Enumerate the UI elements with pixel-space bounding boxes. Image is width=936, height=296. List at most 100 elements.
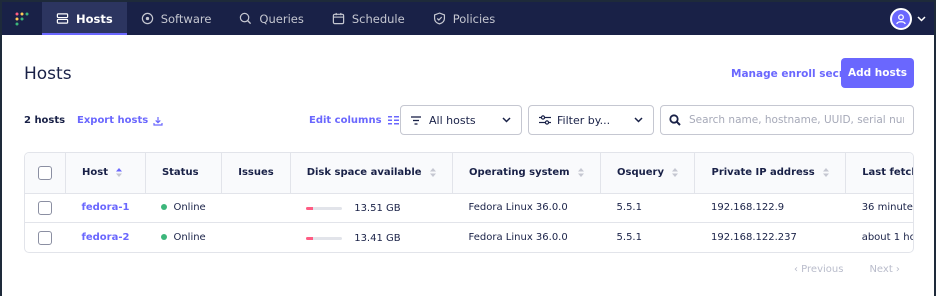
os-cell: Fedora Linux 36.0.0 (468, 202, 568, 214)
user-icon (896, 13, 906, 24)
online-status-dot (161, 204, 168, 211)
next-page-button[interactable]: Next › (869, 264, 899, 275)
chevron-down-icon (917, 15, 926, 22)
host-cell: fedora-2 (65, 222, 146, 252)
chevron-down-icon (502, 117, 511, 123)
row-select-cell (25, 193, 66, 223)
search-icon (669, 114, 681, 126)
policies-icon (433, 12, 445, 25)
top-nav: Hosts Software Queries Schedule Policies (2, 2, 934, 35)
ip-cell: 192.168.122.9 (710, 202, 785, 214)
chevron-down-icon (634, 117, 643, 123)
app-window: Hosts Software Queries Schedule Policies… (2, 2, 934, 296)
disk-cell: 13.41 GB (290, 222, 453, 252)
host-link[interactable]: fedora-2 (82, 232, 130, 243)
table-row[interactable]: fedora-1 Online 13.51 GB Fedora Linux 36… (25, 193, 913, 223)
status-text: Online (173, 202, 206, 214)
nav-item-label: Queries (259, 11, 304, 26)
columns-icon (387, 116, 399, 125)
queries-icon (240, 12, 252, 25)
issues-cell (222, 193, 290, 223)
manage-enroll-secret-link[interactable]: Manage enroll secret (731, 68, 856, 80)
column-header-label: Host (82, 167, 108, 179)
nav-item-label: Schedule (351, 11, 405, 26)
hosts-icon (56, 13, 69, 24)
sort-icon (578, 167, 585, 177)
select-all-checkbox[interactable] (38, 165, 52, 180)
export-hosts-label: Export hosts (77, 115, 149, 126)
nav-item-queries[interactable]: Queries (225, 2, 317, 35)
disk-space-bar (306, 236, 343, 240)
column-header-last-fetched[interactable]: Last fetched (845, 153, 913, 194)
nav-item-hosts[interactable]: Hosts (42, 2, 127, 35)
export-hosts-button[interactable]: Export hosts (77, 115, 163, 126)
software-icon (141, 12, 153, 25)
host-link[interactable]: fedora-1 (82, 202, 130, 213)
disk-space-text: 13.51 GB (354, 202, 401, 214)
filter-by-select[interactable]: Filter by... (528, 105, 654, 135)
online-status-dot (161, 234, 168, 240)
status-text: Online (173, 232, 206, 243)
nav-item-label: Software (160, 11, 212, 26)
edit-columns-button[interactable]: Edit columns (309, 115, 399, 126)
avatar (890, 7, 912, 30)
ip-cell: 192.168.122.237 (694, 222, 846, 252)
list-filter-icon (411, 115, 421, 125)
edit-columns-label: Edit columns (309, 115, 382, 126)
fleet-logo-icon[interactable] (2, 2, 42, 35)
column-header-label: Disk space available (306, 167, 422, 179)
nav-item-policies[interactable]: Policies (419, 2, 510, 35)
column-header-label: Status (161, 167, 199, 179)
disk-space-text: 13.41 GB (354, 232, 401, 244)
sort-icon (672, 167, 679, 177)
osquery-cell: 5.5.1 (600, 222, 695, 252)
nav-item-schedule[interactable]: Schedule (318, 2, 419, 35)
issues-cell (221, 222, 291, 252)
column-header-label: Operating system (469, 167, 570, 179)
search-input[interactable] (689, 114, 904, 126)
hosts-filter-select[interactable]: All hosts (400, 105, 522, 135)
column-header-host[interactable]: Host (65, 153, 146, 194)
column-header-label: Private IP address (711, 167, 815, 179)
schedule-icon (332, 12, 345, 25)
column-header-osquery[interactable]: Osquery (600, 153, 696, 194)
column-header-private-ip[interactable]: Private IP address (694, 153, 847, 194)
nav-item-label: Policies (452, 11, 496, 26)
host-cell: fedora-1 (66, 193, 146, 223)
last-fetched-cell: 36 minutes ago (861, 202, 913, 214)
add-hosts-button[interactable]: Add hosts (841, 58, 914, 88)
nav-item-software[interactable]: Software (127, 2, 226, 35)
disk-space-bar-fill (306, 206, 314, 210)
osquery-cell: 5.5.1 (616, 202, 642, 214)
select-all-header (25, 153, 66, 194)
table-row[interactable]: fedora-2 Online 13.41 GB Fedora Linux 36… (25, 222, 913, 252)
disk-space-bar (306, 206, 343, 210)
column-header-disk-space[interactable]: Disk space available (290, 153, 454, 194)
sort-icon (823, 167, 830, 177)
hosts-table: Host Status Issues Disk space available … (24, 152, 914, 253)
search-field[interactable] (660, 105, 914, 135)
pagination: ‹ Previous Next › (794, 264, 900, 275)
previous-page-button[interactable]: ‹ Previous (794, 264, 843, 275)
filter-by-value: Filter by... (557, 113, 611, 127)
hosts-filter-value: All hosts (429, 113, 476, 127)
column-header-label: Issues (238, 167, 274, 179)
column-header-label: Osquery (617, 167, 664, 179)
table-header-row: Host Status Issues Disk space available … (25, 153, 913, 194)
host-count: 2 hosts (24, 115, 66, 126)
disk-cell: 13.51 GB (290, 193, 452, 223)
nav-item-label: Hosts (76, 11, 113, 26)
page-title: Hosts (24, 64, 72, 84)
row-checkbox[interactable] (38, 200, 52, 215)
user-menu[interactable] (890, 6, 926, 31)
disk-space-bar-fill (306, 236, 314, 240)
sort-icon (430, 167, 437, 177)
download-icon (153, 116, 163, 126)
column-header-operating-system[interactable]: Operating system (452, 153, 602, 194)
sliders-icon (539, 115, 551, 125)
column-header-label: Last fetched (862, 167, 913, 179)
row-checkbox[interactable] (38, 230, 52, 245)
last-fetched-cell: about 1 hour ago (845, 222, 913, 252)
status-cell: Online (145, 222, 222, 252)
os-cell: Fedora Linux 36.0.0 (452, 222, 601, 252)
